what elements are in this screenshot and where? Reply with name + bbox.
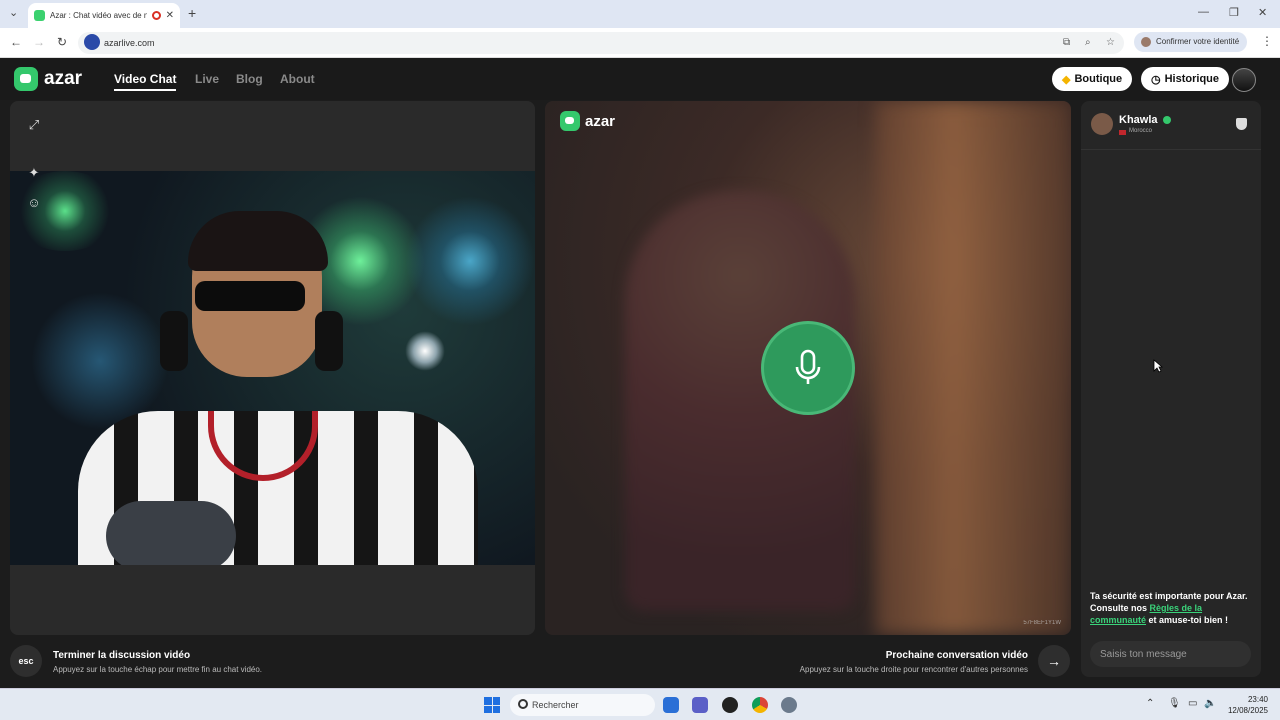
app-header: azar Video Chat Live Blog About ◆ Boutiq…: [0, 58, 1280, 100]
tray-overflow-icon[interactable]: ⌃: [1146, 698, 1154, 709]
effects-sparkle-icon[interactable]: ✦: [24, 163, 44, 183]
my-avatar[interactable]: [1232, 68, 1256, 92]
browser-tab[interactable]: Azar : Chat vidéo avec de n ✕: [28, 3, 180, 28]
new-tab-icon[interactable]: +: [188, 5, 196, 21]
minimize-icon[interactable]: —: [1198, 6, 1209, 18]
address-bar-row: ← → ↻ azarlive.com ⧉ ⌕ ☆: [0, 28, 1280, 58]
taskbar-search-label: Rechercher: [532, 700, 579, 710]
end-chat-hint: Appuyez sur la touche échap pour mettre …: [53, 665, 263, 674]
back-icon[interactable]: ←: [10, 35, 22, 49]
person-hair: [188, 211, 328, 271]
close-tab-icon[interactable]: ✕: [166, 10, 174, 21]
remote-azar-watermark: azar: [560, 111, 615, 131]
taskbar-clock[interactable]: 23:40 12/08/2025: [1224, 694, 1268, 716]
report-shield-icon[interactable]: [1236, 118, 1247, 130]
teams-icon[interactable]: [692, 697, 708, 713]
url-text: azarlive.com: [104, 38, 155, 48]
logo-text: azar: [44, 68, 83, 89]
boutique-button[interactable]: ◆ Boutique: [1052, 67, 1133, 91]
tray-mic-icon[interactable]: 🎙: [1168, 698, 1181, 709]
peer-country: Morocco: [1129, 128, 1153, 134]
tab-list-icon[interactable]: ⌄: [9, 6, 18, 19]
mouse-cursor-icon: [1153, 359, 1163, 373]
divider: [1081, 149, 1261, 150]
recording-icon: [151, 11, 161, 20]
safety-end: et amuse-toi bien !: [1146, 615, 1229, 625]
windows-taskbar: Rechercher ⌃ 🎙 ▭ 🔈 23:40 12/08/2025: [0, 688, 1280, 720]
historique-button[interactable]: ◷ Historique: [1141, 67, 1230, 91]
firework-graphic: [400, 191, 535, 331]
clock-time: 23:40: [1247, 695, 1268, 704]
microphone-icon: [795, 349, 821, 384]
bookmark-star-icon[interactable]: ☆: [1106, 37, 1115, 48]
next-chat-hint: Appuyez sur la touche droite pour rencon…: [799, 665, 1028, 674]
site-info-icon[interactable]: [84, 34, 100, 50]
azar-logo[interactable]: azar: [14, 67, 82, 91]
azar-favicon-icon: [34, 10, 45, 21]
tray-volume-icon[interactable]: 🔈: [1204, 698, 1216, 709]
azar-logo-icon: [14, 67, 38, 91]
azar-logo-icon: [560, 111, 580, 131]
peer-avatar[interactable]: [1091, 113, 1113, 135]
settings-gear-icon[interactable]: [781, 697, 797, 713]
url-field[interactable]: azarlive.com: [78, 32, 1124, 54]
search-icon: [518, 699, 528, 709]
nav-live[interactable]: Live: [195, 72, 219, 86]
verified-badge-icon: [1163, 116, 1171, 124]
background-curtain: [875, 101, 1071, 635]
taskbar-search[interactable]: Rechercher: [510, 694, 655, 716]
microphone-windscreen: [106, 501, 236, 565]
microphone-button[interactable]: [761, 321, 855, 415]
close-window-icon[interactable]: ✕: [1258, 6, 1267, 19]
local-video-panel: ⤢ ✦ ☺: [10, 101, 535, 635]
safety-notice: Ta sécurité est importante pour Azar. Co…: [1090, 590, 1254, 626]
clock-date: 12/08/2025: [1227, 706, 1268, 715]
browser-tab-bar: ⌄ Azar : Chat vidéo avec de n ✕ + — ❐ ✕: [0, 0, 1280, 28]
bottom-action-bar: esc Terminer la discussion vidéo Appuyez…: [0, 636, 1080, 687]
headphone-left: [160, 311, 188, 371]
chrome-icon[interactable]: [752, 697, 768, 713]
remote-user-id: 57F8EF1Y1W: [1023, 620, 1061, 626]
remote-logo-text: azar: [585, 112, 616, 130]
message-input[interactable]: [1090, 641, 1251, 667]
chat-side-panel: Khawla Morocco Ta sécurité est important…: [1081, 101, 1261, 677]
boutique-label: Boutique: [1074, 73, 1123, 85]
nav-blog[interactable]: Blog: [236, 72, 263, 86]
tab-title: Azar : Chat vidéo avec de n: [50, 11, 147, 20]
sticker-icon[interactable]: ☺: [24, 193, 44, 213]
remote-video-panel: azar 57F8EF1Y1W: [545, 101, 1071, 635]
peer-name: Khawla: [1119, 114, 1158, 126]
sunglasses: [195, 281, 305, 311]
app-icon[interactable]: [722, 697, 738, 713]
store-icon[interactable]: [663, 697, 679, 713]
nav-about[interactable]: About: [280, 72, 315, 86]
zoom-icon[interactable]: ⌕: [1085, 37, 1091, 48]
browser-menu-icon[interactable]: ⋮: [1261, 34, 1273, 48]
reload-icon[interactable]: ↻: [57, 35, 67, 49]
gem-icon: ◆: [1062, 73, 1071, 86]
tray-network-icon[interactable]: ▭: [1188, 698, 1197, 709]
morocco-flag-icon: [1119, 130, 1126, 135]
forward-icon[interactable]: →: [33, 35, 45, 49]
esc-key-badge[interactable]: esc: [10, 645, 42, 677]
next-chat-title[interactable]: Prochaine conversation vidéo: [886, 650, 1028, 661]
windows-start-icon[interactable]: [484, 697, 500, 713]
next-arrow-icon[interactable]: →: [1038, 645, 1070, 677]
cast-icon[interactable]: ⧉: [1063, 37, 1070, 48]
maximize-icon[interactable]: ❐: [1229, 6, 1239, 19]
historique-label: Historique: [1164, 73, 1220, 85]
headphone-right: [315, 311, 343, 371]
nav-video-chat[interactable]: Video Chat: [114, 72, 177, 91]
end-chat-title[interactable]: Terminer la discussion vidéo: [53, 650, 190, 661]
expand-icon[interactable]: ⤢: [24, 115, 44, 135]
firework-graphic: [405, 331, 445, 371]
clock-icon: ◷: [1151, 73, 1161, 86]
local-camera-feed: [10, 171, 535, 565]
confirm-identity-button[interactable]: Confirmer votre identité: [1134, 32, 1248, 52]
